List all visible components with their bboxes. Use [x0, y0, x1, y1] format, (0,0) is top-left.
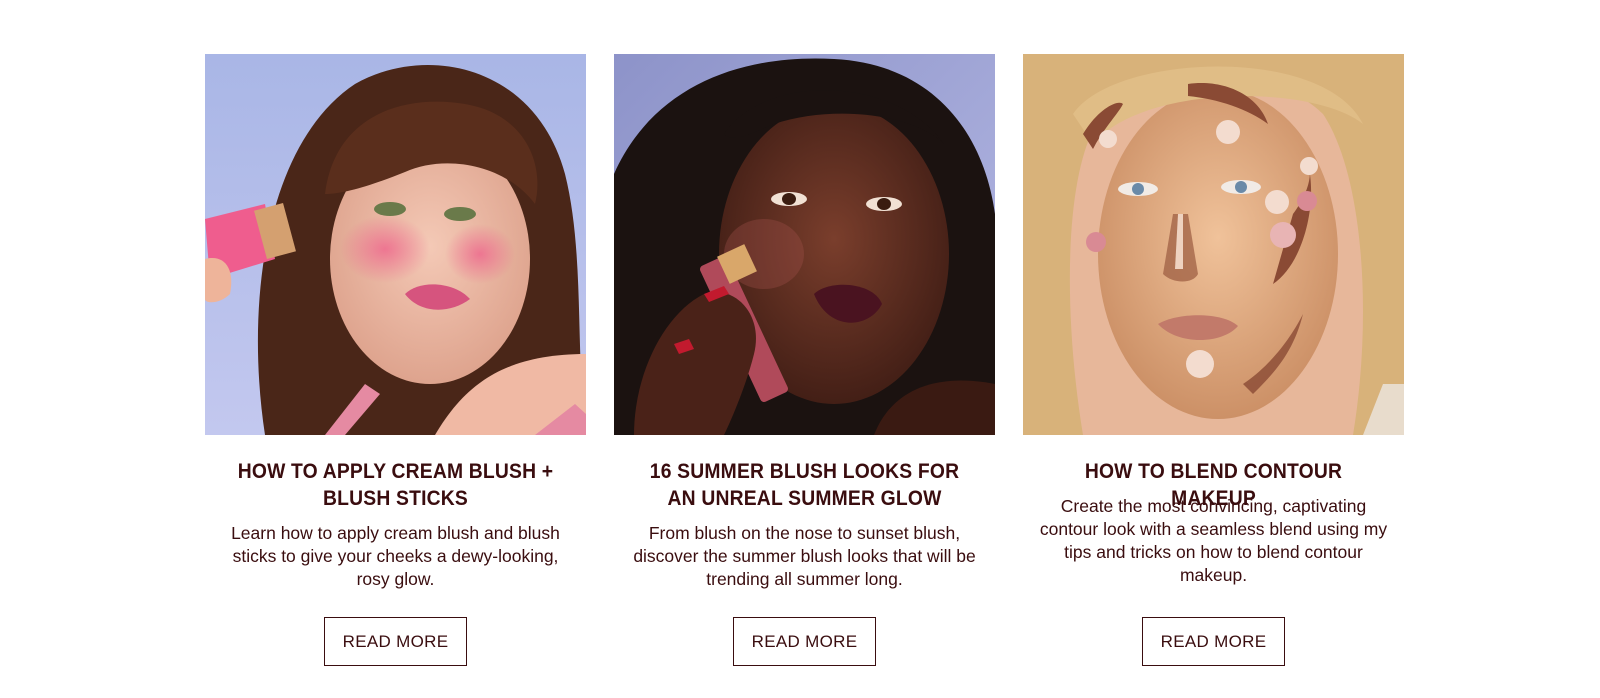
article-description: Create the most convincing, captivating … — [1039, 496, 1388, 585]
photo-summer-blush — [614, 54, 995, 435]
article-card-cream-blush: HOW TO APPLY CREAM BLUSH + BLUSH STICKS … — [205, 54, 586, 674]
photo-cream-blush — [205, 54, 586, 435]
read-more-button[interactable]: READ MORE — [733, 617, 876, 666]
photo-blend-contour — [1023, 54, 1404, 435]
article-image[interactable] — [614, 54, 995, 435]
article-cards: HOW TO APPLY CREAM BLUSH + BLUSH STICKS … — [205, 54, 1405, 674]
read-more-button[interactable]: READ MORE — [324, 617, 467, 666]
article-image[interactable] — [1023, 54, 1404, 435]
article-title[interactable]: HOW TO APPLY CREAM BLUSH + BLUSH STICKS — [220, 458, 571, 512]
read-more-button[interactable]: READ MORE — [1142, 617, 1285, 666]
article-card-blend-contour: HOW TO BLEND CONTOUR MAKEUP Create the m… — [1023, 54, 1404, 674]
article-image[interactable] — [205, 54, 586, 435]
article-description: Learn how to apply cream blush and blush… — [231, 523, 560, 589]
article-card-summer-blush: 16 SUMMER BLUSH LOOKS FOR AN UNREAL SUMM… — [614, 54, 995, 674]
article-description: From blush on the nose to sunset blush, … — [633, 523, 976, 589]
article-title[interactable]: 16 SUMMER BLUSH LOOKS FOR AN UNREAL SUMM… — [629, 458, 980, 512]
